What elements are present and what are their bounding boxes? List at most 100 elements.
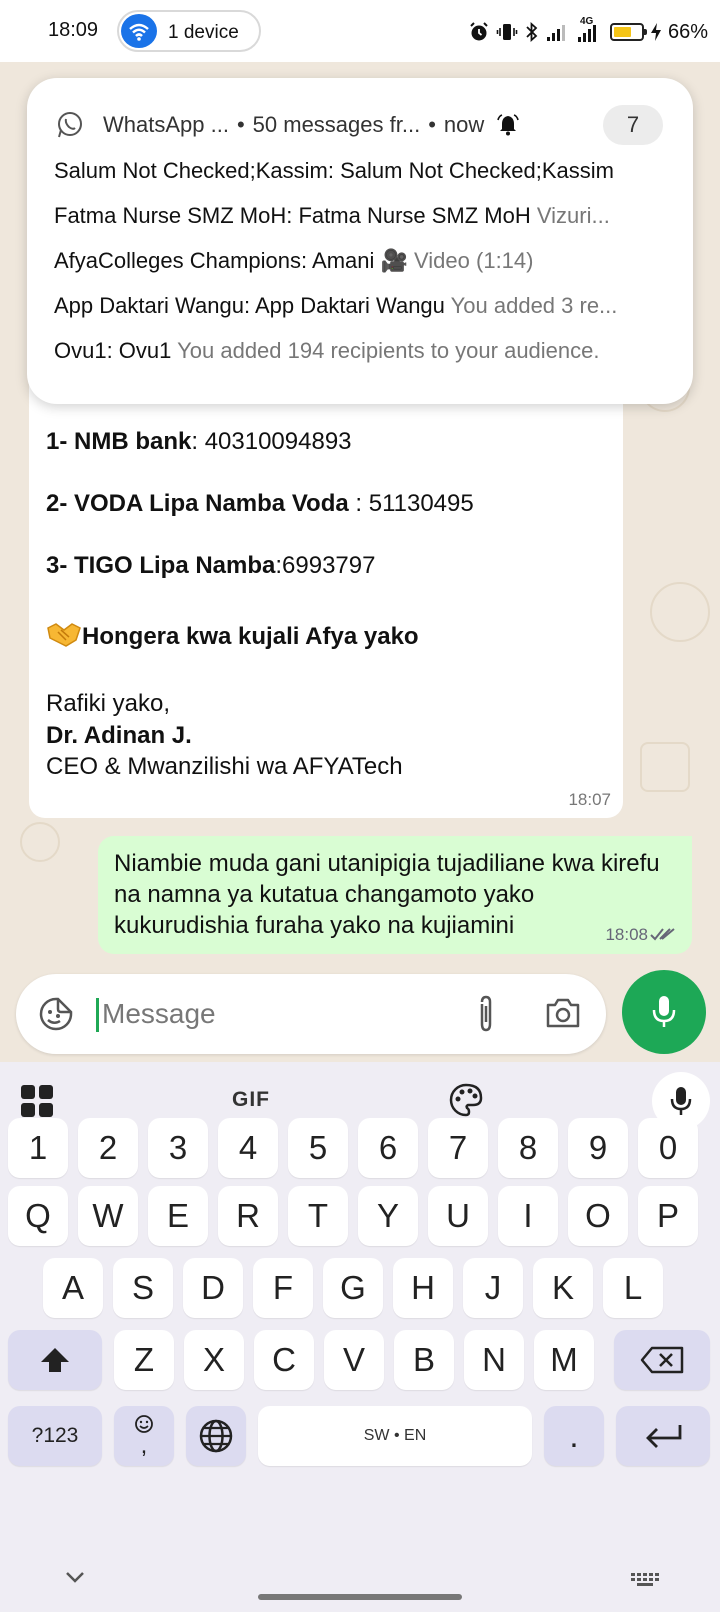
letter-key[interactable]: F [253,1258,313,1318]
bluetooth-icon [526,21,538,43]
letter-key[interactable]: V [324,1330,384,1390]
letter-key[interactable]: T [288,1186,348,1246]
voice-record-button[interactable] [622,970,706,1054]
tigo-label: 3- TIGO Lipa Namba [46,552,276,579]
notification-line[interactable]: App Daktari Wangu: App Daktari Wangu You… [54,293,667,319]
closing-text: Rafiki yako, [46,690,171,717]
letter-key[interactable]: E [148,1186,208,1246]
number-key[interactable]: 0 [638,1118,698,1178]
letter-key[interactable]: B [394,1330,454,1390]
notification-app-name: WhatsApp ... [103,112,229,137]
number-key[interactable]: 5 [288,1118,348,1178]
microphone-icon [652,996,676,1027]
letter-key[interactable]: R [218,1186,278,1246]
microphone-icon [670,1087,692,1115]
notification-line[interactable]: Ovu1: Ovu1 You added 194 recipients to y… [54,338,667,364]
notification-sender: App Daktari Wangu: App Daktari Wangu [54,293,445,318]
voda-label: 2- VODA Lipa Namba Voda [46,490,349,517]
letter-key[interactable]: D [183,1258,243,1318]
message-input[interactable] [102,992,432,1036]
letter-key[interactable]: Y [358,1186,418,1246]
language-key[interactable] [186,1406,246,1466]
whatsapp-icon [58,112,82,138]
letter-key[interactable]: H [393,1258,453,1318]
letter-key[interactable]: W [78,1186,138,1246]
text-caret [96,998,99,1032]
number-key[interactable]: 2 [78,1118,138,1178]
letter-key[interactable]: U [428,1186,488,1246]
wallpaper-doodle [650,582,710,642]
battery-percent: 66% [667,20,708,43]
outgoing-message-bubble[interactable]: Niambie muda gani utanipigia tujadiliane… [98,836,692,954]
wifi-hotspot-icon [121,14,157,48]
gif-button[interactable]: GIF [232,1088,270,1112]
number-key[interactable]: 6 [358,1118,418,1178]
paperclip-icon[interactable] [474,994,498,1034]
chevron-down-icon[interactable] [64,1570,86,1584]
shift-icon [41,1348,69,1372]
read-ticks-icon [650,928,675,941]
number-key[interactable]: 1 [8,1118,68,1178]
signal-4g-icon: 4G [574,16,604,44]
notification-line[interactable]: Salum Not Checked;Kassim: Salum Not Chec… [54,158,667,184]
letter-key[interactable]: Z [114,1330,174,1390]
notification-summary: 50 messages fr... [252,112,421,137]
handshake-icon [46,620,82,647]
globe-icon [199,1419,233,1453]
letter-key[interactable]: I [498,1186,558,1246]
tigo-number: :6993797 [275,552,376,579]
outgoing-message-text: Niambie muda gani utanipigia tujadiliane… [114,850,660,939]
charging-icon [650,23,661,41]
notification-sender: AfyaColleges Champions: Amani [54,248,375,273]
symbols-key[interactable]: ?123 [8,1406,102,1466]
letter-key[interactable]: J [463,1258,523,1318]
number-key[interactable]: 9 [568,1118,628,1178]
letter-key[interactable]: O [568,1186,628,1246]
letter-key[interactable]: X [184,1330,244,1390]
alarm-icon [470,22,488,41]
number-key[interactable]: 3 [148,1118,208,1178]
letter-key[interactable]: P [638,1186,698,1246]
sticker-icon[interactable] [38,996,74,1032]
notification-sender: Salum Not Checked;Kassim: Salum Not Chec… [54,158,614,183]
home-gesture-bar[interactable] [258,1594,462,1600]
apps-grid-icon[interactable] [20,1084,54,1118]
device-pill[interactable]: 1 device [117,10,261,52]
letter-key[interactable]: K [533,1258,593,1318]
signal-icon [546,25,565,41]
letter-key[interactable]: Q [8,1186,68,1246]
bank-label: 1- NMB bank [46,428,192,455]
number-key[interactable]: 7 [428,1118,488,1178]
keyboard-switch-icon[interactable] [630,1572,660,1588]
message-composer [16,974,606,1054]
backspace-key[interactable] [614,1330,710,1390]
enter-key[interactable] [616,1406,710,1466]
number-key[interactable]: 4 [218,1118,278,1178]
letter-key[interactable]: S [113,1258,173,1318]
emoji-comma-key[interactable]: , [114,1406,174,1466]
notification-count-badge[interactable]: 7 [603,105,663,145]
letter-key[interactable]: A [43,1258,103,1318]
letter-key[interactable]: N [464,1330,524,1390]
palette-icon[interactable] [448,1082,484,1118]
notification-message: You added 3 re... [450,293,618,318]
incoming-message-bubble[interactable]: 1- NMB bank: 40310094893 2- VODA Lipa Na… [29,380,623,818]
bank-number: : 40310094893 [191,428,352,455]
separator-dot: • [236,112,245,137]
notification-line[interactable]: AfyaColleges Champions: Amani 🎥 Video (1… [54,248,667,274]
keyboard: GIF 1234567890 QWERTYUIOP ASDFGHJKL ZXCV… [0,1062,720,1612]
battery-icon [609,23,647,41]
letter-key[interactable]: C [254,1330,314,1390]
camera-icon[interactable] [544,996,582,1030]
letter-key[interactable]: M [534,1330,594,1390]
enter-icon [646,1425,682,1448]
letter-key[interactable]: L [603,1258,663,1318]
period-key[interactable]: . [544,1406,604,1466]
number-key[interactable]: 8 [498,1118,558,1178]
shift-key[interactable] [8,1330,102,1390]
signature-title: CEO & Mwanzilishi wa AFYATech [46,753,403,780]
letter-key[interactable]: G [323,1258,383,1318]
whatsapp-notification[interactable]: WhatsApp ... • 50 messages fr... • now 7… [27,78,693,404]
space-key[interactable]: SW • EN [258,1406,532,1466]
notification-line[interactable]: Fatma Nurse SMZ MoH: Fatma Nurse SMZ MoH… [54,203,667,229]
